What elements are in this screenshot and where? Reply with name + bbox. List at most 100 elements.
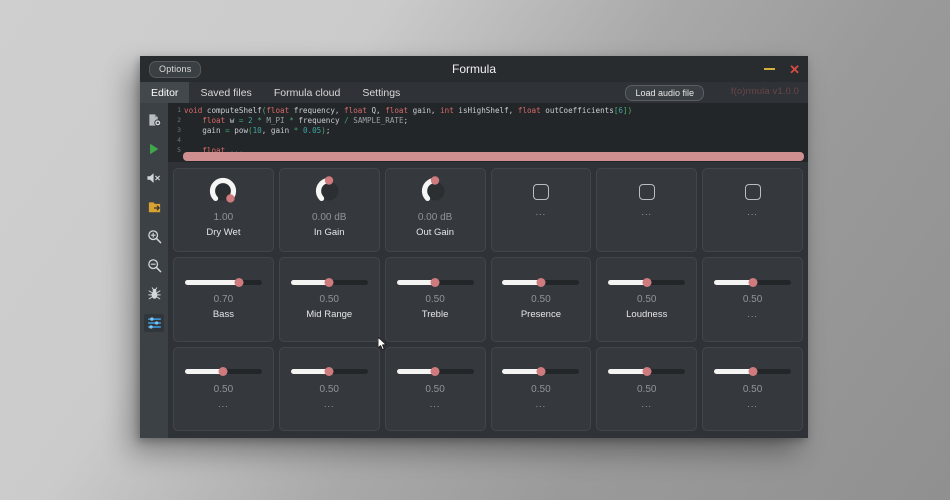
sliders-icon[interactable]	[144, 314, 164, 332]
slider-thumb[interactable]	[748, 367, 758, 377]
file-settings-icon[interactable]	[144, 111, 164, 129]
control-label: ...	[218, 398, 229, 409]
export-icon[interactable]	[144, 198, 164, 216]
control-label: ...	[429, 398, 441, 409]
slider-thumb[interactable]	[536, 277, 546, 287]
slider-thumb[interactable]	[430, 367, 440, 377]
control-value: 0.00 dB	[417, 212, 453, 223]
tab-editor[interactable]: Editor	[140, 82, 190, 103]
slider-cell[interactable]: 0.50...	[490, 346, 592, 431]
code-horizontal-scrollbar[interactable]	[183, 152, 804, 161]
zoom-out-icon[interactable]	[144, 256, 164, 274]
slider-control[interactable]	[608, 363, 686, 381]
slider-thumb[interactable]	[642, 277, 652, 287]
control-label: Loudness	[626, 309, 668, 321]
close-icon[interactable]: ✕	[789, 63, 800, 76]
controls-grid: 1.00 Dry Wet 0.00 dB In Gain 0.00 dB Out Gain…	[168, 162, 808, 438]
knob-control[interactable]	[418, 175, 452, 209]
slider-cell[interactable]: 0.50 Presence	[490, 257, 592, 342]
control-label: Dry Wet	[206, 227, 241, 238]
slider-control[interactable]	[714, 273, 792, 291]
options-button[interactable]: Options	[149, 60, 202, 78]
tab-bar: Editor Saved files Formula cloud Settings Lo…	[140, 82, 808, 103]
slider-fill	[396, 369, 436, 375]
knob-cell[interactable]: 0.00 dB Out Gain	[384, 168, 486, 253]
slider-thumb[interactable]	[642, 367, 652, 377]
empty-slot-toggle[interactable]	[532, 184, 549, 200]
slider-control[interactable]	[608, 273, 686, 291]
slider-thumb[interactable]	[324, 277, 334, 287]
empty-slot-cell[interactable]: ...	[490, 168, 592, 253]
debug-bug-icon[interactable]	[144, 285, 164, 303]
slider-cell[interactable]: 0.50 Mid Range	[278, 257, 380, 342]
empty-slot-cell[interactable]: ...	[702, 168, 803, 253]
control-label: Bass	[212, 309, 234, 321]
control-label: ...	[535, 207, 547, 217]
slider-cell[interactable]: 0.50...	[278, 346, 380, 431]
slider-fill	[290, 279, 330, 285]
slider-control[interactable]	[502, 273, 580, 291]
control-value: 0.50	[319, 294, 339, 306]
minimize-icon[interactable]	[764, 68, 776, 70]
load-audio-file-button[interactable]: Load audio file	[625, 85, 704, 101]
empty-slot-toggle[interactable]	[744, 184, 761, 200]
slider-cell[interactable]: 0.50 Treble	[384, 257, 486, 342]
control-value: 0.50	[425, 383, 445, 395]
code-lines: 1 void computeShelf(float frequency, floa…	[168, 105, 808, 155]
slider-fill	[396, 279, 436, 285]
control-value: 0.00 dB	[312, 212, 347, 223]
control-value: 0.50	[742, 294, 763, 306]
line-number: 4	[177, 136, 181, 144]
empty-slot-cell[interactable]: ...	[596, 168, 698, 253]
slider-cell[interactable]: 0.50...	[702, 257, 803, 342]
slider-control[interactable]	[502, 363, 580, 381]
slider-thumb[interactable]	[748, 277, 758, 287]
knob-cell[interactable]: 0.00 dB In Gain	[278, 168, 380, 253]
slider-cell[interactable]: 0.50 Loudness	[596, 257, 698, 342]
window-title: Formula	[451, 62, 496, 76]
main-panel: 1 void computeShelf(float frequency, floa…	[168, 103, 808, 438]
control-value: 0.50	[531, 383, 551, 395]
slider-thumb[interactable]	[218, 367, 228, 377]
window-body: 1 void computeShelf(float frequency, floa…	[140, 103, 808, 438]
slider-cell[interactable]: 0.50...	[384, 346, 486, 431]
control-value: 0.50	[213, 383, 234, 395]
control-label: ...	[747, 398, 758, 409]
slider-control[interactable]	[714, 363, 792, 381]
empty-slot-toggle[interactable]	[638, 184, 655, 200]
slider-cell[interactable]: 0.50...	[596, 346, 698, 431]
slider-cell[interactable]: 0.50...	[173, 346, 274, 431]
play-icon[interactable]	[144, 140, 164, 158]
knob-cell[interactable]: 1.00 Dry Wet	[173, 168, 274, 253]
code-line: 2 float w = 2 * M_PI * frequency / SAMPL…	[168, 115, 808, 125]
slider-fill	[502, 369, 541, 375]
slider-control[interactable]	[396, 273, 474, 291]
zoom-in-icon[interactable]	[144, 227, 164, 245]
app-version-label: f(o)rmula v1.0.0	[730, 86, 799, 97]
control-value: 0.50	[742, 383, 763, 395]
mute-icon[interactable]	[144, 169, 164, 187]
slider-fill	[502, 279, 541, 285]
knob-control[interactable]	[312, 175, 346, 209]
code-line-text: float w = 2 * M_PI * frequency / SAMPLE_…	[202, 115, 409, 125]
tab-formula-cloud[interactable]: Formula cloud	[263, 82, 352, 103]
slider-control[interactable]	[184, 273, 262, 291]
control-label: Out Gain	[416, 227, 455, 238]
control-value: 0.50	[637, 383, 657, 395]
tab-settings[interactable]: Settings	[351, 82, 411, 103]
knob-control[interactable]	[206, 175, 240, 209]
slider-cell[interactable]: 0.70 Bass	[173, 257, 274, 342]
code-line: 4	[168, 135, 808, 145]
slider-thumb[interactable]	[536, 367, 546, 377]
slider-thumb[interactable]	[234, 277, 244, 287]
slider-cell[interactable]: 0.50...	[702, 346, 803, 431]
slider-control[interactable]	[396, 363, 474, 381]
slider-fill	[184, 279, 239, 285]
slider-control[interactable]	[290, 273, 368, 291]
slider-control[interactable]	[290, 363, 368, 381]
slider-thumb[interactable]	[430, 277, 440, 287]
slider-control[interactable]	[184, 363, 262, 381]
slider-thumb[interactable]	[324, 367, 334, 377]
tab-saved-files[interactable]: Saved files	[189, 82, 262, 103]
code-editor[interactable]: 1 void computeShelf(float frequency, floa…	[168, 103, 808, 162]
